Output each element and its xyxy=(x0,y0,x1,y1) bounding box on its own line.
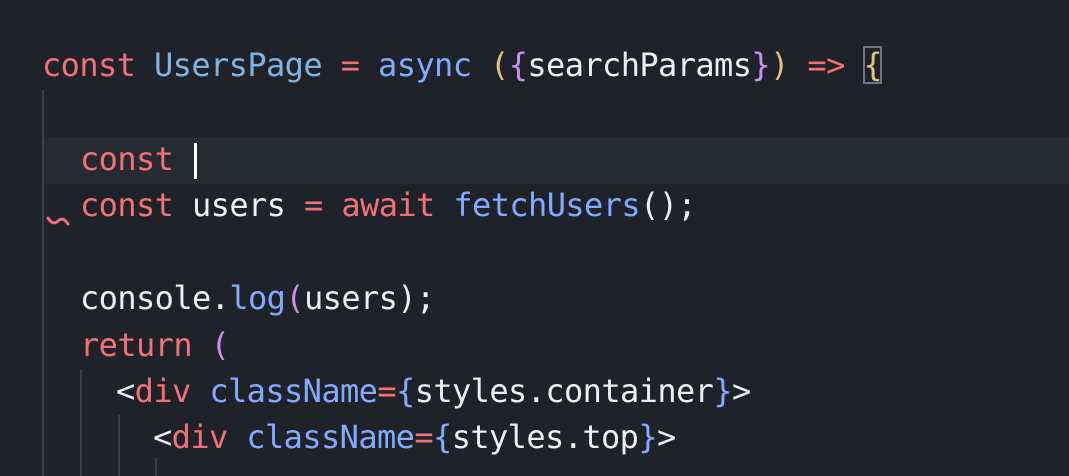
method-log: log xyxy=(229,279,286,317)
jsx-attr-className: className xyxy=(246,418,415,456)
matched-brace-open: { xyxy=(863,46,883,84)
jsx-expr-styles-top: styles.top xyxy=(451,418,639,456)
call-fetchUsers: fetchUsers xyxy=(453,186,641,224)
assign-operator: = xyxy=(304,186,323,224)
jsx-angle-open: < xyxy=(116,372,135,410)
keyword-await: await xyxy=(341,186,435,224)
code-line-4[interactable]: console.log(users); xyxy=(80,275,435,321)
param-searchParams: searchParams xyxy=(527,46,752,84)
paren-close: ) xyxy=(770,46,789,84)
jsx-tag-div: div xyxy=(134,372,192,410)
arrow-operator: => xyxy=(807,46,845,84)
object-console: console. xyxy=(80,279,230,317)
text-caret xyxy=(194,143,198,179)
keyword-return: return xyxy=(80,326,193,364)
indent-guide xyxy=(155,458,157,476)
jsx-attr-className: className xyxy=(209,372,378,410)
keyword-const: const xyxy=(80,186,174,224)
error-squiggle-icon xyxy=(46,216,70,226)
jsx-attr-equals: = xyxy=(414,418,434,456)
jsx-attr-equals: = xyxy=(377,372,397,410)
indent-guide xyxy=(80,370,82,476)
indent-guide xyxy=(118,414,120,476)
call-parens: (); xyxy=(640,186,697,224)
keyword-const: const xyxy=(80,140,174,178)
code-line-7[interactable]: <div className={styles.top}> xyxy=(153,414,676,460)
paren-close-semicolon: ); xyxy=(397,279,435,317)
code-line-3[interactable]: const users = await fetchUsers(); xyxy=(80,182,697,228)
paren-open: ( xyxy=(285,279,304,317)
code-line-1[interactable]: const UsersPage = async ({searchParams})… xyxy=(42,42,883,88)
indent-guide xyxy=(42,90,44,476)
keyword-async: async xyxy=(378,46,472,84)
arg-users: users xyxy=(304,279,398,317)
jsx-expr-close: } xyxy=(638,418,658,456)
jsx-expr-open: { xyxy=(396,372,415,410)
jsx-expr-styles-container: styles.container xyxy=(414,372,714,410)
code-line-5[interactable]: return ( xyxy=(80,322,230,368)
code-editor[interactable]: const UsersPage = async ({searchParams})… xyxy=(0,0,1069,476)
jsx-expr-close: } xyxy=(713,372,733,410)
keyword-const: const xyxy=(42,46,136,84)
brace-open: { xyxy=(508,46,528,84)
jsx-expr-open: { xyxy=(433,418,452,456)
jsx-angle-close: > xyxy=(732,372,751,410)
jsx-tag-div: div xyxy=(171,418,229,456)
code-line-2[interactable]: const xyxy=(80,136,198,182)
code-line-6[interactable]: <div className={styles.container}> xyxy=(116,368,751,414)
var-users: users xyxy=(192,186,286,224)
jsx-angle-close: > xyxy=(657,418,676,456)
paren-open: ( xyxy=(210,326,230,364)
assign-operator: = xyxy=(340,46,360,84)
jsx-angle-open: < xyxy=(153,418,172,456)
paren-open: ( xyxy=(490,46,509,84)
component-name: UsersPage xyxy=(154,46,323,84)
brace-close: } xyxy=(751,46,771,84)
